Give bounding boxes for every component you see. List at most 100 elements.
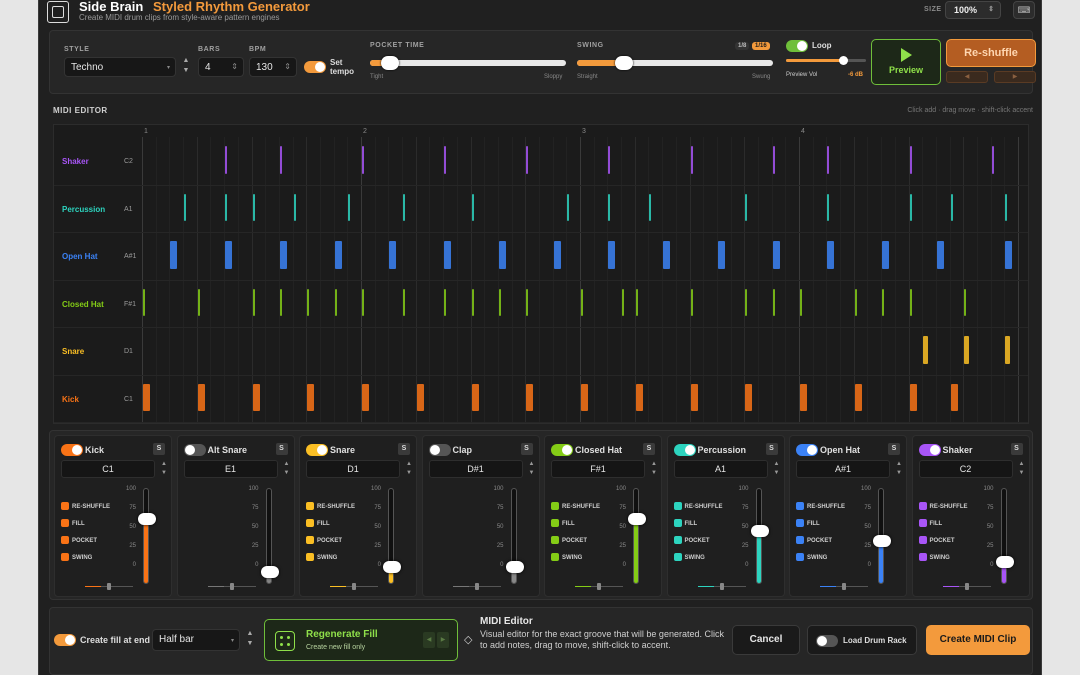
option-checkbox[interactable] (796, 553, 804, 561)
midi-note[interactable] (362, 383, 369, 411)
next-fill-button[interactable]: ▶ (437, 632, 449, 648)
next-pattern-button[interactable]: ▶ (994, 71, 1036, 83)
midi-note[interactable] (553, 241, 561, 269)
option-checkbox[interactable] (673, 519, 682, 527)
channel-option[interactable]: SWING (61, 553, 92, 561)
channel-toggle-kick[interactable] (61, 444, 83, 456)
style-stepper[interactable]: ▲ ▼ (180, 56, 192, 78)
swing-res-16th[interactable]: 1/16 (752, 42, 770, 50)
option-checkbox[interactable] (673, 553, 682, 561)
solo-button[interactable]: S (275, 443, 288, 455)
option-checkbox[interactable] (306, 553, 314, 561)
midi-note[interactable] (909, 193, 912, 221)
pocket-time-slider[interactable] (370, 56, 566, 70)
midi-note[interactable] (772, 288, 775, 316)
note-stepper[interactable]: ▲ ▼ (159, 460, 169, 478)
midi-note[interactable] (772, 146, 775, 174)
option-checkbox[interactable] (796, 536, 804, 544)
fader-thumb[interactable] (383, 560, 401, 573)
midi-note[interactable] (197, 383, 205, 411)
midi-note[interactable] (1005, 241, 1013, 269)
fill-length-select[interactable]: Half bar ▾ (152, 629, 240, 651)
option-checkbox[interactable] (673, 536, 682, 544)
midi-note[interactable] (444, 146, 447, 174)
channel-option[interactable]: FILL (673, 519, 697, 527)
channel-option[interactable]: SWING (918, 553, 950, 561)
pan-thumb[interactable] (719, 583, 724, 590)
regenerate-fill-button[interactable]: Regenerate Fill Create new fill only ◀ ▶ (264, 619, 458, 661)
midi-note[interactable] (690, 288, 693, 316)
pan-slider[interactable] (330, 583, 378, 590)
midi-note[interactable] (252, 383, 260, 411)
midi-note[interactable] (225, 241, 233, 269)
channel-option[interactable]: FILL (306, 519, 330, 527)
midi-note[interactable] (882, 241, 890, 269)
note-stepper[interactable]: ▲ ▼ (404, 460, 414, 478)
note-stepper[interactable]: ▲ ▼ (772, 460, 782, 478)
midi-note[interactable] (772, 241, 780, 269)
option-checkbox[interactable] (551, 553, 559, 561)
note-stepper[interactable]: ▲ ▼ (282, 460, 292, 478)
volume-fader[interactable] (633, 488, 639, 584)
midi-note[interactable] (143, 383, 150, 411)
bpm-input[interactable]: 130 ⇕ (249, 57, 297, 77)
channel-toggle-open-hat[interactable] (796, 444, 818, 456)
preview-volume-thumb[interactable] (839, 56, 849, 65)
load-drum-rack-toggle[interactable] (816, 635, 838, 647)
channel-option[interactable]: POCKET (673, 536, 710, 544)
volume-fader[interactable] (1000, 488, 1007, 584)
midi-note[interactable] (197, 288, 200, 316)
midi-note[interactable] (362, 288, 364, 316)
channel-option[interactable]: RE-SHUFFLE (551, 502, 600, 510)
midi-note[interactable] (416, 383, 424, 411)
fader-thumb[interactable] (138, 512, 156, 525)
cancel-button[interactable]: Cancel (732, 625, 800, 655)
loop-toggle[interactable] (786, 40, 808, 52)
channel-toggle-percussion[interactable] (673, 444, 696, 456)
midi-note[interactable] (143, 288, 145, 316)
midi-note[interactable] (225, 193, 228, 221)
option-checkbox[interactable] (918, 519, 927, 527)
midi-note[interactable] (279, 146, 282, 174)
midi-note[interactable] (403, 193, 406, 221)
channel-option[interactable]: POCKET (306, 536, 342, 544)
midi-note[interactable] (854, 288, 857, 316)
volume-fader[interactable] (143, 488, 149, 584)
midi-note[interactable] (225, 146, 228, 174)
midi-note[interactable] (279, 241, 287, 269)
pan-slider[interactable] (697, 583, 746, 590)
channel-option[interactable]: POCKET (61, 536, 97, 544)
pan-slider[interactable] (942, 583, 991, 590)
midi-note[interactable] (526, 383, 534, 411)
option-checkbox[interactable] (306, 519, 314, 527)
pan-thumb[interactable] (964, 583, 969, 590)
midi-note[interactable] (608, 146, 611, 174)
fader-thumb[interactable] (260, 566, 279, 579)
fader-thumb[interactable] (873, 534, 891, 547)
midi-note[interactable] (909, 146, 912, 174)
channel-toggle-closed-hat[interactable] (551, 444, 573, 456)
fader-thumb[interactable] (995, 555, 1014, 568)
pan-thumb[interactable] (842, 583, 846, 590)
midi-note[interactable] (444, 288, 447, 316)
channel-option[interactable]: SWING (306, 553, 337, 561)
midi-note[interactable] (252, 288, 255, 316)
solo-button[interactable]: S (643, 443, 655, 455)
midi-note[interactable] (635, 288, 638, 316)
midi-note[interactable] (909, 288, 912, 316)
option-checkbox[interactable] (61, 536, 69, 544)
fader-thumb[interactable] (750, 525, 769, 538)
pan-slider[interactable] (820, 583, 868, 590)
fader-thumb[interactable] (628, 512, 646, 525)
midi-note[interactable] (1005, 336, 1011, 364)
midi-note[interactable] (936, 241, 944, 269)
channel-option[interactable]: FILL (918, 519, 942, 527)
note-stepper[interactable]: ▲ ▼ (649, 460, 659, 478)
channel-option[interactable]: FILL (61, 519, 85, 527)
option-checkbox[interactable] (796, 519, 804, 527)
channel-option[interactable]: FILL (796, 519, 820, 527)
channel-option[interactable]: POCKET (796, 536, 832, 544)
midi-note[interactable] (827, 146, 830, 174)
midi-note[interactable] (608, 193, 611, 221)
solo-button[interactable]: S (398, 443, 410, 455)
